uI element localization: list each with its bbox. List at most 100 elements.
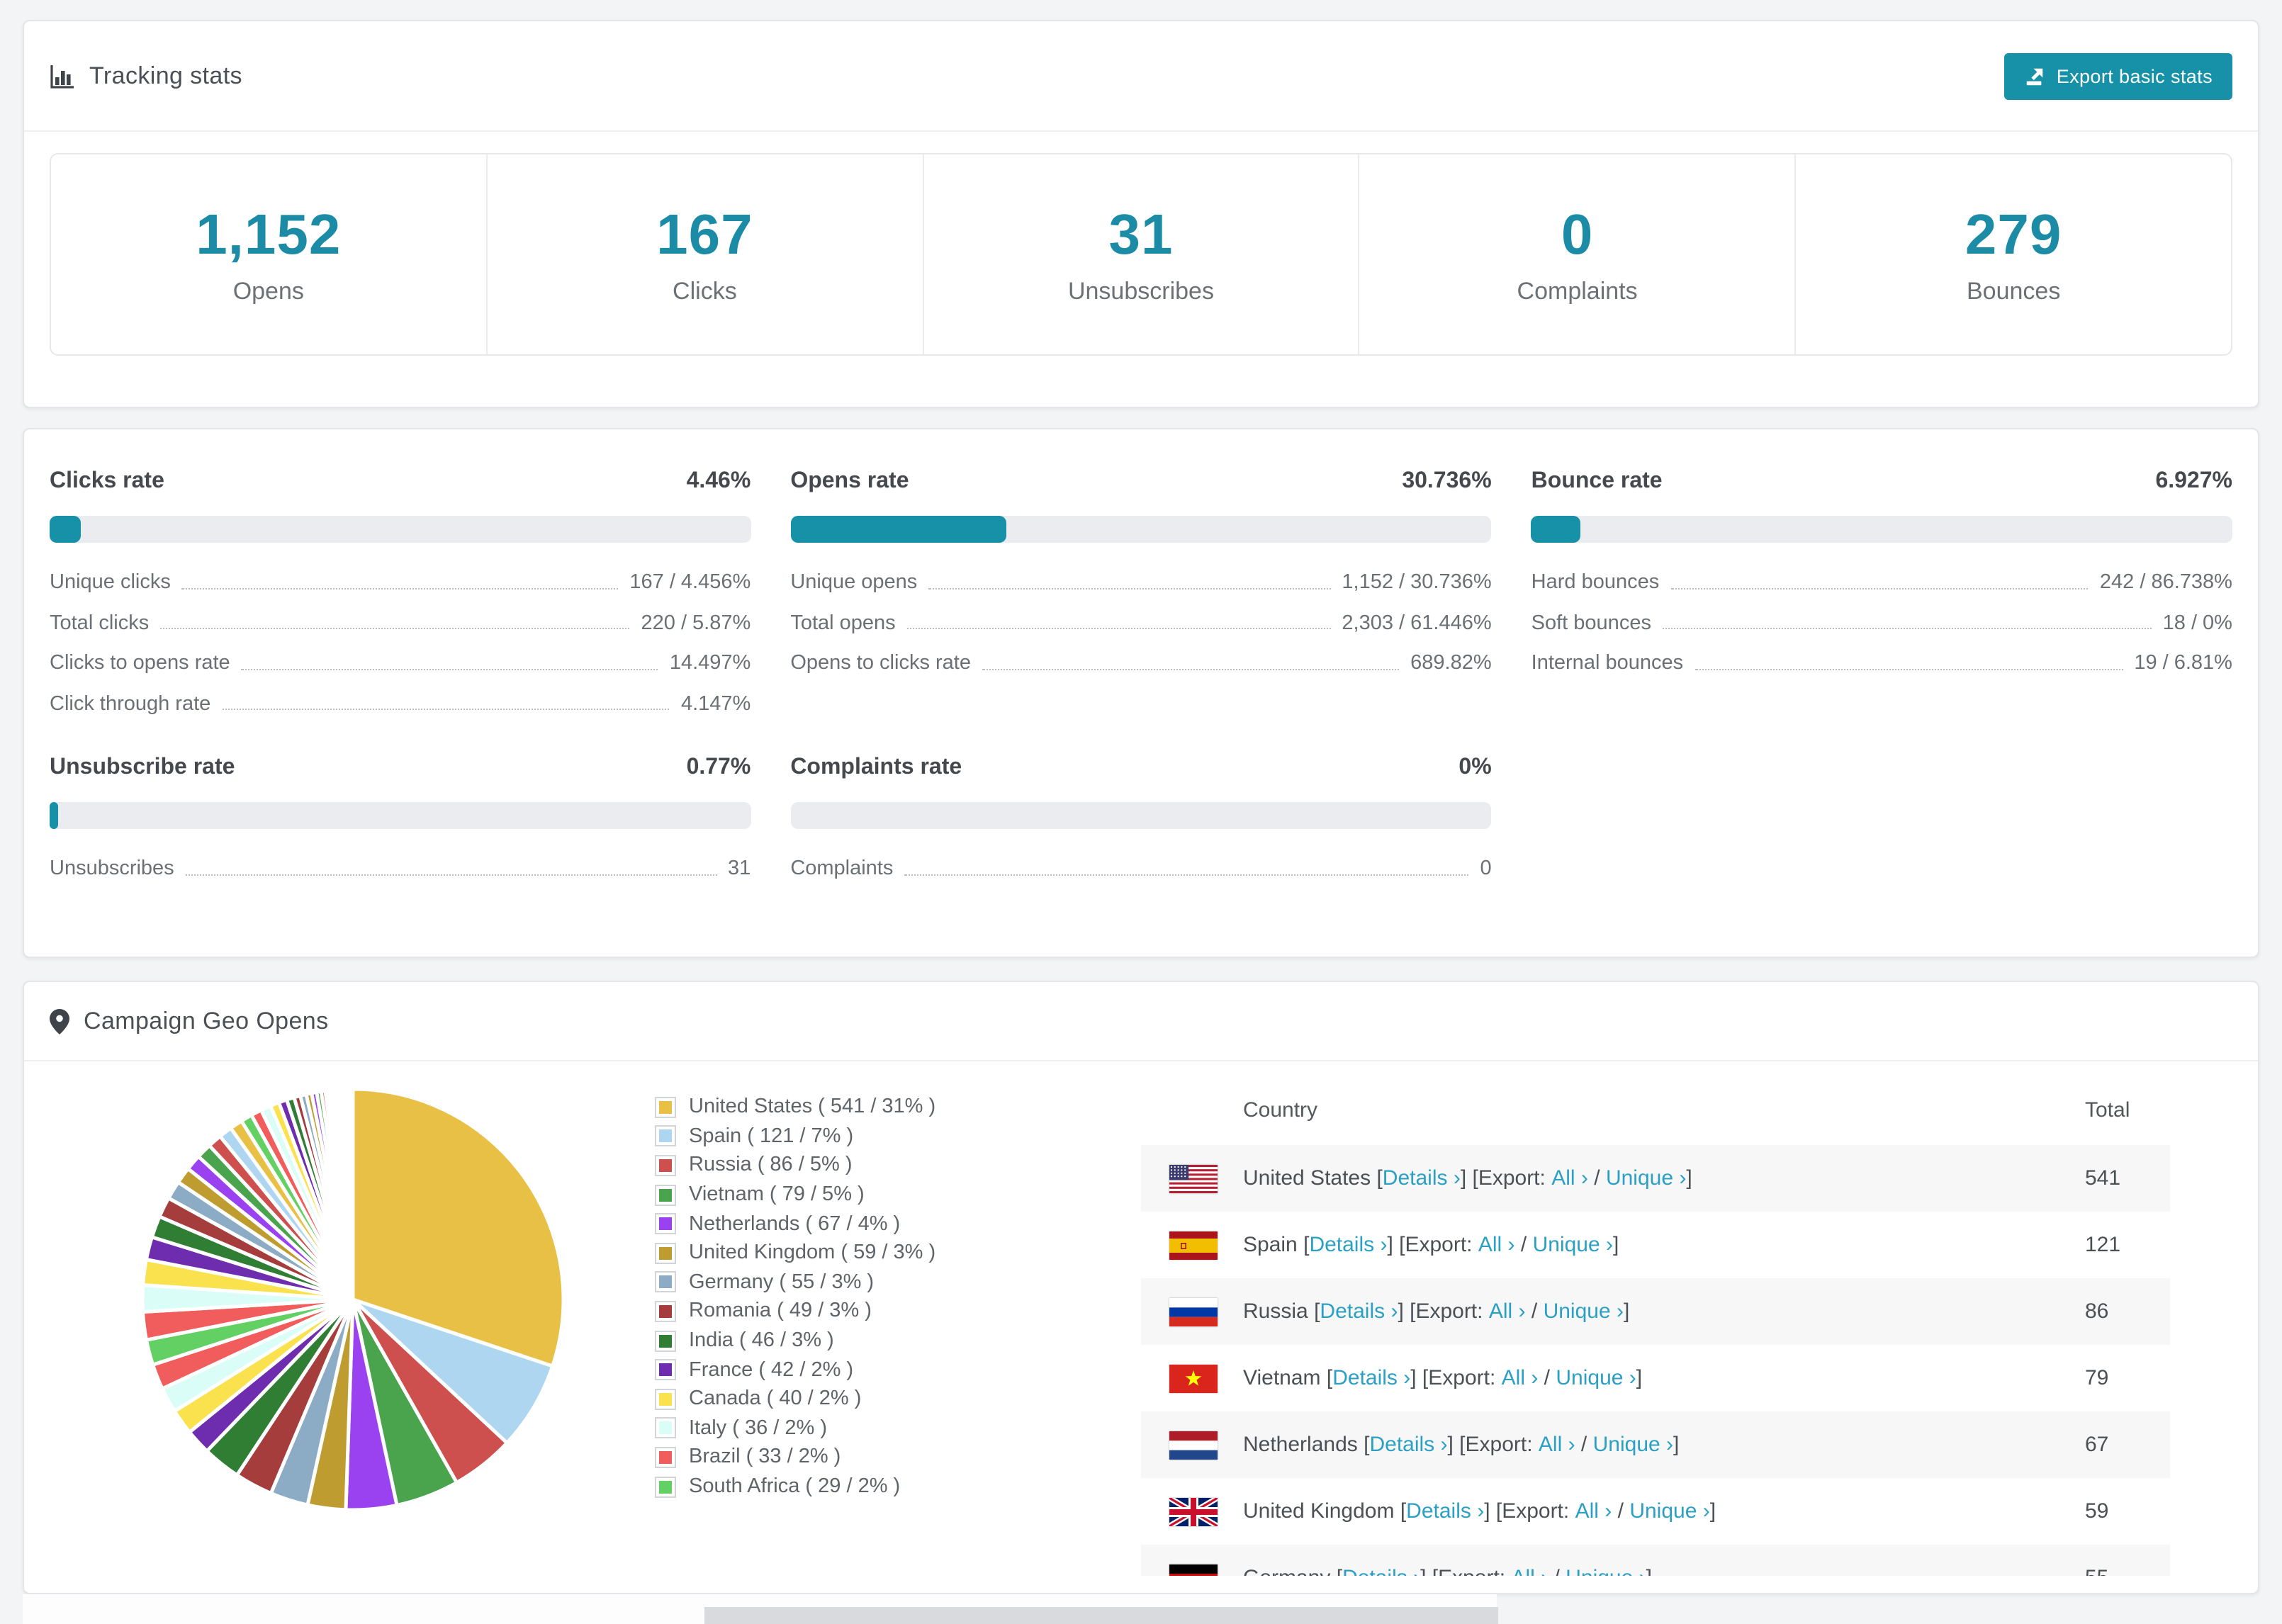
geo-opens-card: Campaign Geo Opens United States ( 541 /…: [23, 981, 2259, 1594]
legend-swatch: [655, 1417, 676, 1439]
rate-progress-fill: [50, 516, 82, 543]
dotted-leader: [906, 628, 1331, 630]
rate-row: Hard bounces 242 / 86.738%: [1531, 563, 2232, 603]
geo-table-header-row: Country Total: [1141, 1074, 2170, 1145]
legend-swatch: [655, 1213, 676, 1235]
summary-cell-clicks: 167 Clicks: [485, 154, 923, 354]
export-all-link[interactable]: All ›: [1489, 1299, 1526, 1324]
export-unique-link[interactable]: Unique ›: [1566, 1566, 1646, 1576]
table-row: Spain [Details ›] [Export: All › / Uniqu…: [1141, 1212, 2170, 1278]
legend-label: India ( 46 / 3% ): [689, 1329, 834, 1353]
rate-row-label: Clicks to opens rate: [50, 652, 230, 675]
country-total: 121: [2085, 1233, 2121, 1257]
details-link[interactable]: Details ›: [1342, 1566, 1420, 1576]
rate-value: 0.77%: [686, 755, 751, 779]
bracket: [: [1326, 1366, 1333, 1390]
summary-label: Clicks: [673, 277, 737, 304]
legend-swatch: [655, 1242, 676, 1264]
dotted-leader: [982, 668, 1400, 670]
export-all-link[interactable]: All ›: [1502, 1366, 1539, 1390]
rate-row-value: 689.82%: [1410, 652, 1492, 675]
dotted-leader: [241, 668, 658, 670]
rate-value: 4.46%: [686, 469, 751, 493]
details-link[interactable]: Details ›: [1320, 1299, 1398, 1324]
rate-row-label: Soft bounces: [1531, 611, 1651, 635]
details-link[interactable]: Details ›: [1383, 1166, 1461, 1190]
export-all-link[interactable]: All ›: [1478, 1233, 1515, 1257]
dotted-leader: [1694, 668, 2123, 670]
summary-value: 0: [1561, 203, 1594, 266]
summary-label: Opens: [232, 277, 304, 304]
legend-swatch: [655, 1446, 676, 1468]
bracket: ] [Export:: [1447, 1433, 1539, 1457]
legend-label: Brazil ( 33 / 2% ): [689, 1445, 841, 1469]
export-unique-link[interactable]: Unique ›: [1544, 1299, 1624, 1324]
legend-label: Spain ( 121 / 7% ): [689, 1124, 854, 1148]
rate-row-value: 2,303 / 61.446%: [1342, 611, 1492, 635]
export-unique-link[interactable]: Unique ›: [1556, 1366, 1636, 1390]
rate-row-value: 242 / 86.738%: [2099, 571, 2232, 594]
bracket: ] [Export:: [1484, 1499, 1575, 1523]
country-name: United Kingdom: [1243, 1499, 1400, 1523]
table-row: Russia [Details ›] [Export: All › / Uniq…: [1141, 1278, 2170, 1345]
country-total: 67: [2085, 1433, 2109, 1457]
rate-block-bounce: Bounce rate 6.927% Hard bounces 242 / 86.73…: [1531, 466, 2232, 724]
bracket: ] [Export:: [1410, 1366, 1502, 1390]
bracket: ]: [1686, 1166, 1692, 1190]
legend-swatch: [655, 1388, 676, 1410]
bracket: ] [Export:: [1398, 1299, 1489, 1324]
bracket: ]: [1646, 1566, 1652, 1576]
export-all-link[interactable]: All ›: [1551, 1166, 1588, 1190]
country-name: United States: [1243, 1166, 1377, 1190]
geo-opens-table: Country Total United States [Details ›] …: [1141, 1074, 2170, 1576]
details-link[interactable]: Details ›: [1332, 1366, 1410, 1390]
rate-row-label: Opens to clicks rate: [790, 652, 971, 675]
rate-value: 0%: [1458, 755, 1492, 779]
country-cell: Netherlands [Details ›] [Export: All › /…: [1141, 1431, 2085, 1459]
country-name: Netherlands: [1243, 1433, 1364, 1457]
rate-row-label: Internal bounces: [1531, 652, 1684, 675]
rate-row: Unsubscribes 31: [50, 849, 751, 889]
tracking-stats-title-text: Tracking stats: [89, 62, 242, 89]
export-unique-link[interactable]: Unique ›: [1593, 1433, 1673, 1457]
export-icon: [2024, 65, 2045, 86]
legend-swatch: [655, 1476, 676, 1498]
export-all-link[interactable]: All ›: [1512, 1566, 1548, 1576]
export-all-link[interactable]: All ›: [1539, 1433, 1575, 1457]
details-link[interactable]: Details ›: [1406, 1499, 1484, 1523]
legend-item: Spain ( 121 / 7% ): [655, 1122, 935, 1151]
dotted-leader: [222, 709, 670, 711]
legend-swatch: [655, 1184, 676, 1206]
export-unique-link[interactable]: Unique ›: [1606, 1166, 1686, 1190]
rate-row-label: Unsubscribes: [50, 857, 174, 881]
tracking-stats-header: Tracking stats Export basic stats: [24, 21, 2258, 132]
rate-block-opens: Opens rate 30.736% Unique opens 1,152 / 30.…: [790, 466, 1492, 724]
bracket: ]: [1613, 1233, 1619, 1257]
bracket: ] [Export:: [1460, 1166, 1552, 1190]
rate-row-value: 14.497%: [669, 652, 751, 675]
details-link[interactable]: Details ›: [1369, 1433, 1447, 1457]
geo-table-header-total: Total: [2085, 1098, 2130, 1122]
export-unique-link[interactable]: Unique ›: [1629, 1499, 1709, 1523]
bracket: ]: [1623, 1299, 1630, 1324]
country-total: 541: [2085, 1166, 2121, 1190]
geo-opens-title: Campaign Geo Opens: [50, 1007, 329, 1035]
rate-block-head: Opens rate 30.736%: [790, 466, 1491, 497]
legend-label: France ( 42 / 2% ): [689, 1358, 854, 1382]
rate-title: Clicks rate: [50, 469, 164, 493]
rates-card: Clicks rate 4.46% Unique clicks 167 / 4.456…: [23, 428, 2259, 958]
legend-swatch: [655, 1154, 676, 1176]
export-all-link[interactable]: All ›: [1575, 1499, 1612, 1523]
details-link[interactable]: Details ›: [1309, 1233, 1387, 1257]
export-unique-link[interactable]: Unique ›: [1533, 1233, 1613, 1257]
rates-grid: Clicks rate 4.46% Unique clicks 167 / 4.456…: [24, 429, 2258, 889]
bracket: [: [1400, 1499, 1407, 1523]
country-cell: Spain [Details ›] [Export: All › / Uniqu…: [1141, 1231, 2085, 1259]
export-basic-stats-button[interactable]: Export basic stats: [2003, 52, 2232, 99]
legend-swatch: [655, 1359, 676, 1381]
table-row: United States [Details ›] [Export: All ›…: [1141, 1145, 2170, 1212]
geo-table-body: United States [Details ›] [Export: All ›…: [1141, 1145, 2170, 1576]
country-cell: Vietnam [Details ›] [Export: All › / Uni…: [1141, 1364, 2085, 1392]
ru-flag-icon: [1169, 1297, 1218, 1326]
separator: /: [1514, 1233, 1533, 1257]
